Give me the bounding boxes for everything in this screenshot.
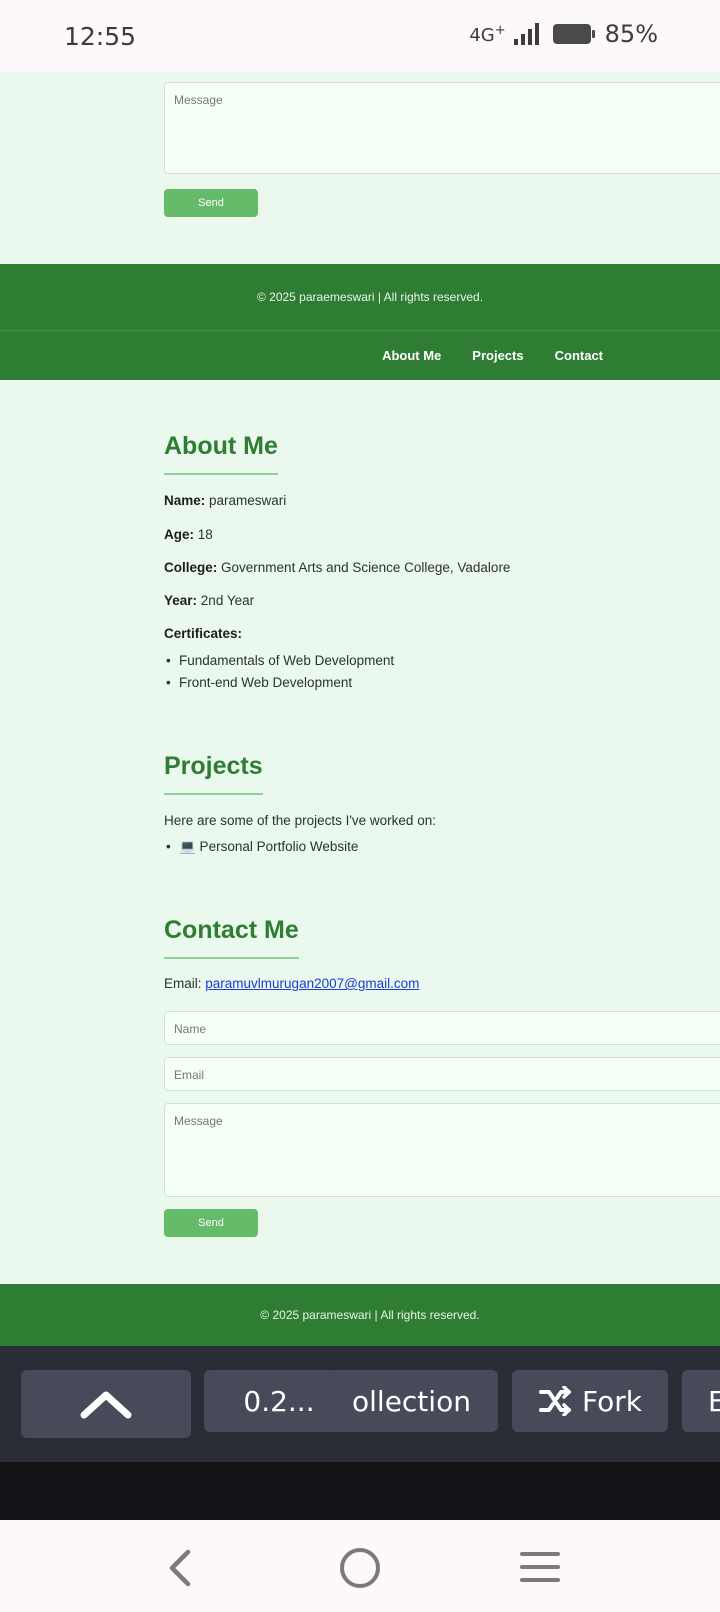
footer-top: © 2025 paraemeswari | All rights reserve… — [0, 264, 720, 330]
contact-heading: Contact Me — [164, 916, 299, 959]
message-textarea-top[interactable]: Message — [164, 82, 720, 174]
about-name: Name: parameswari — [164, 493, 287, 508]
projects-list: 💻 Personal Portfolio Website — [164, 836, 358, 858]
nav-link-projects[interactable]: Projects — [472, 348, 523, 363]
name-input[interactable]: Name — [164, 1011, 720, 1045]
email-link[interactable]: paramuvlmurugan2007@gmail.com — [205, 976, 419, 991]
network-indicator: 4G+ — [469, 22, 506, 46]
browser-toolbar: 0.2... ollection Fork E — [0, 1346, 720, 1462]
about-age: Age: 18 — [164, 527, 213, 542]
list-item: Front-end Web Development — [164, 672, 394, 694]
footer-bottom: © 2025 parameswari | All rights reserved… — [0, 1284, 720, 1346]
projects-intro: Here are some of the projects I've worke… — [164, 813, 436, 828]
fork-icon — [539, 1386, 572, 1416]
footer-copyright: © 2025 paraemeswari | All rights reserve… — [256, 290, 484, 304]
projects-heading: Projects — [164, 752, 263, 795]
home-icon[interactable] — [340, 1548, 380, 1588]
certificates-list: Fundamentals of Web Development Front-en… — [164, 650, 394, 694]
about-certificates-label: Certificates: — [164, 626, 243, 641]
status-icons: 4G+ 85% — [469, 20, 658, 48]
contact-email-line: Email: paramuvlmurugan2007@gmail.com — [164, 976, 420, 991]
list-item: 💻 Personal Portfolio Website — [164, 836, 358, 858]
about-year: Year: 2nd Year — [164, 593, 255, 608]
web-page[interactable]: Message Send © 2025 paraemeswari | All r… — [0, 72, 720, 1346]
about-heading: About Me — [164, 432, 278, 475]
black-strip — [0, 1462, 720, 1520]
navigation-bar: About Me Projects Contact — [0, 330, 720, 380]
email-input[interactable]: Email — [164, 1057, 720, 1091]
collection-chip[interactable]: ollection — [332, 1370, 498, 1432]
more-chip[interactable]: E — [682, 1370, 720, 1432]
scroll-up-button[interactable] — [21, 1370, 191, 1438]
message-textarea[interactable]: Message — [164, 1103, 720, 1197]
footer-copyright: © 2025 parameswari | All rights reserved… — [260, 1308, 480, 1322]
nav-link-contact[interactable]: Contact — [555, 348, 603, 363]
battery-percent: 85% — [604, 20, 658, 48]
system-nav-bar — [0, 1520, 720, 1612]
about-college: College: Government Arts and Science Col… — [164, 560, 511, 575]
fork-label: Fork — [582, 1384, 642, 1418]
status-bar: 12:55 4G+ 85% — [0, 0, 720, 72]
battery-icon — [552, 24, 595, 44]
nav-link-about[interactable]: About Me — [382, 348, 441, 363]
status-time: 12:55 — [64, 22, 137, 51]
chevron-up-icon — [80, 1391, 132, 1419]
fork-button[interactable]: Fork — [512, 1370, 668, 1432]
signal-icon — [513, 23, 539, 45]
back-icon[interactable] — [162, 1548, 202, 1588]
send-button[interactable]: Send — [164, 1209, 258, 1237]
recents-icon[interactable] — [520, 1552, 560, 1584]
send-button-top[interactable]: Send — [164, 189, 258, 217]
list-item: Fundamentals of Web Development — [164, 650, 394, 672]
